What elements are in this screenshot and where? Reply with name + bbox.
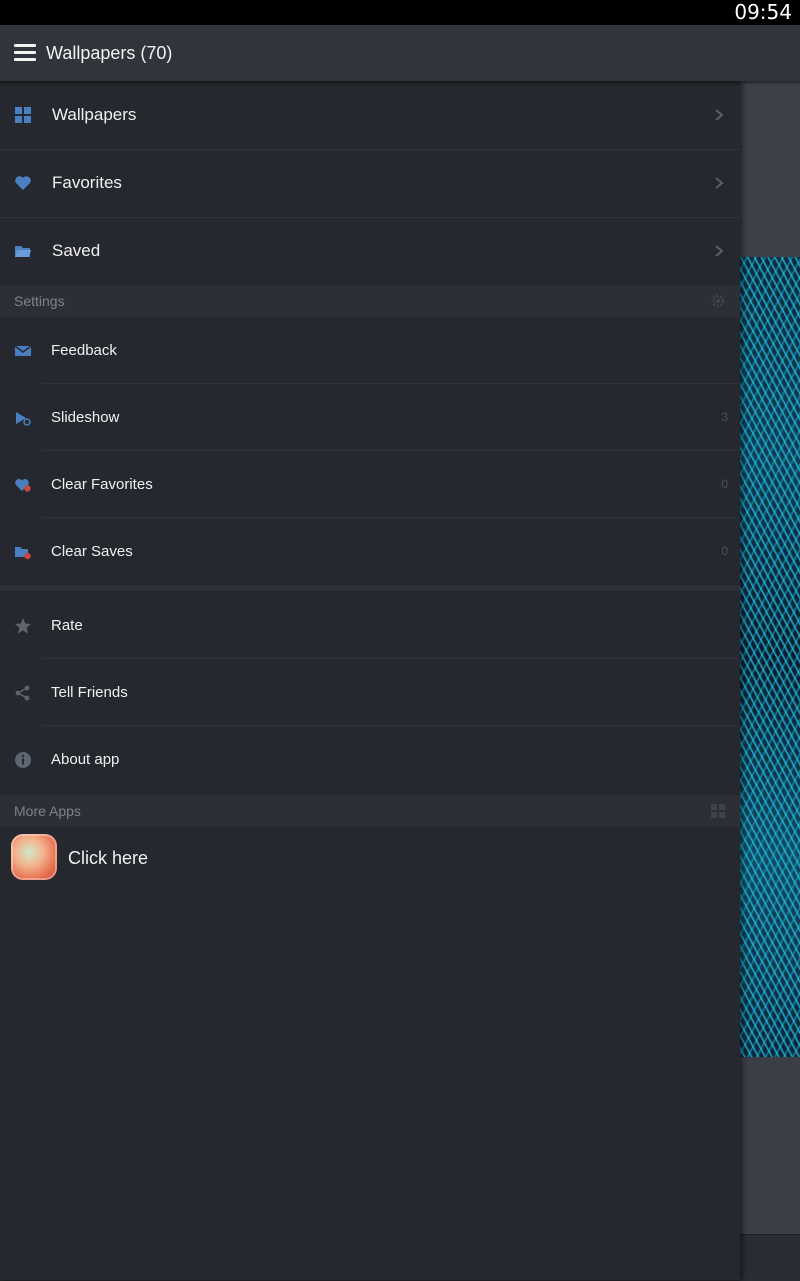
settings-item-clear-saves[interactable]: Clear Saves 0	[0, 518, 740, 585]
section-divider	[0, 585, 740, 591]
info-icon	[15, 752, 31, 768]
clear-heart-icon	[15, 479, 31, 492]
slideshow-icon	[16, 412, 31, 426]
navigation-drawer: Wallpapers Favorites Saved Settings Feed…	[0, 81, 740, 1280]
menu-item-tell-friends[interactable]: Tell Friends	[0, 659, 740, 726]
nav-item-label: Saved	[52, 241, 101, 260]
settings-item-label: Clear Favorites	[51, 476, 153, 493]
chevron-right-icon	[715, 245, 724, 257]
settings-item-count: 0	[721, 477, 728, 491]
nav-item-wallpapers[interactable]: Wallpapers	[0, 81, 740, 150]
nav-item-label: Favorites	[52, 173, 122, 192]
wallpaper-thumbnail[interactable]	[740, 257, 800, 1057]
star-icon	[15, 618, 31, 634]
app-promo-icon	[11, 834, 57, 880]
menu-item-rate[interactable]: Rate	[0, 592, 740, 659]
grid-icon	[15, 107, 31, 123]
section-title: More Apps	[14, 803, 81, 819]
menu-item-about[interactable]: About app	[0, 726, 740, 793]
share-icon	[15, 685, 30, 701]
more-apps-label: Click here	[68, 848, 149, 868]
settings-item-label: Clear Saves	[51, 543, 133, 560]
clear-folder-icon	[15, 547, 31, 560]
gear-icon	[711, 294, 725, 308]
settings-section-header: Settings	[0, 285, 740, 317]
more-apps-item[interactable]: Click here	[0, 827, 740, 889]
hamburger-menu-icon[interactable]	[14, 44, 38, 62]
chevron-right-icon	[715, 177, 724, 189]
nav-item-saved[interactable]: Saved	[0, 217, 740, 286]
settings-item-clear-favorites[interactable]: Clear Favorites 0	[0, 451, 740, 518]
status-bar: 09:54	[0, 0, 800, 25]
folder-icon	[15, 246, 31, 257]
nav-item-favorites[interactable]: Favorites	[0, 149, 740, 218]
menu-item-label: Tell Friends	[51, 684, 128, 701]
section-title: Settings	[14, 293, 65, 309]
settings-item-count: 0	[721, 544, 728, 558]
heart-icon	[15, 176, 31, 190]
apps-grid-icon	[711, 804, 725, 818]
mail-icon	[14, 345, 32, 356]
chevron-right-icon	[715, 109, 724, 121]
settings-item-label: Feedback	[51, 342, 117, 359]
background-footer	[740, 1234, 800, 1281]
app-bar: Wallpapers (70)	[0, 25, 800, 81]
nav-item-label: Wallpapers	[52, 105, 137, 124]
settings-item-count: 3	[721, 410, 728, 424]
background-toolbar	[740, 81, 800, 257]
more-apps-section-header: More Apps	[0, 795, 740, 827]
background-content	[740, 81, 800, 1281]
settings-item-label: Slideshow	[51, 409, 120, 426]
menu-item-label: About app	[51, 751, 120, 768]
settings-item-slideshow[interactable]: Slideshow 3	[0, 384, 740, 451]
settings-item-feedback[interactable]: Feedback	[0, 317, 740, 384]
app-title: Wallpapers (70)	[46, 43, 173, 63]
status-time: 09:54	[734, 0, 792, 24]
menu-item-label: Rate	[51, 617, 83, 634]
